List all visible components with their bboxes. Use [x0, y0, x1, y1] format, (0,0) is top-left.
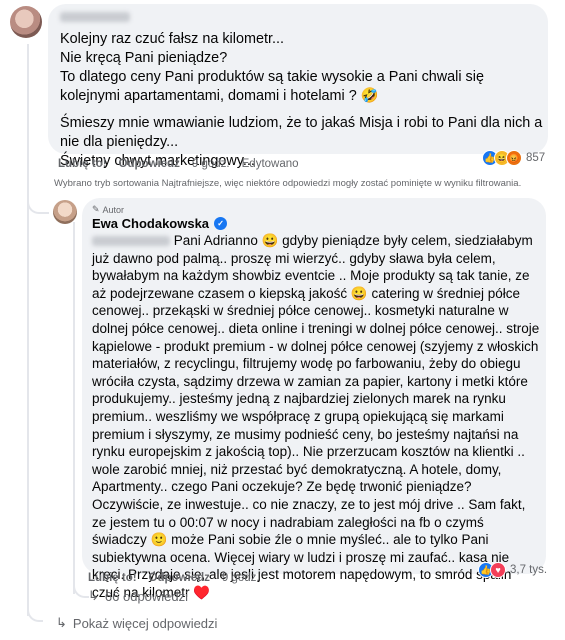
comment-text: Kolejny raz czuć fałsz na kilometr... Ni…	[60, 30, 544, 171]
comment-actions: Lubię to! Odpowiedz 9 godz. Edytowano	[58, 158, 299, 170]
angry-icon: 😡	[506, 150, 522, 166]
thread-line	[27, 44, 29, 616]
reply-link[interactable]: Odpowiedz	[119, 158, 180, 170]
reply-author-name[interactable]: Ewa Chodakowska	[92, 216, 209, 231]
reply-thread-connector	[73, 578, 89, 598]
mention-blurred[interactable]	[92, 236, 170, 247]
reply-body: Pani Adrianno 😀 gdyby pieniądze były cel…	[92, 233, 540, 600]
badge-icon: ✎	[92, 204, 100, 214]
reply-arrow-icon: ↳	[56, 615, 67, 630]
edited-label: Edytowano	[241, 158, 299, 170]
author-avatar[interactable]	[53, 200, 77, 224]
author-badge: ✎ Autor	[92, 204, 125, 215]
reply-author: Ewa Chodakowska ✓	[92, 216, 228, 231]
sorting-notice: Wybrano tryb sortowania Najtrafniejsze, …	[54, 178, 522, 189]
timestamp[interactable]: 9 godz.	[192, 158, 230, 170]
like-link[interactable]: Lubię to!	[58, 158, 107, 170]
verified-icon: ✓	[214, 217, 228, 230]
reply-link[interactable]: Odpowiedz	[149, 572, 210, 584]
reply-actions: Lubię to! Odpowiedz 9 godz.	[88, 572, 260, 584]
reaction-count: 857	[526, 152, 546, 164]
commenter-name-blurred[interactable]	[60, 12, 130, 22]
reply-arrow-icon: ↳	[88, 588, 99, 603]
reply-reaction-count: 3,7 tys.	[510, 564, 548, 576]
love-icon: ♥	[490, 562, 506, 578]
like-link[interactable]: Lubię to!	[88, 572, 137, 584]
thread-connector-bottom	[27, 600, 43, 622]
reaction-summary[interactable]: 👍 😆 😡 857	[482, 150, 545, 166]
reply-bubble: ✎ Autor Ewa Chodakowska ✓ Pani Adrianno …	[82, 198, 546, 600]
show-more-replies-link[interactable]: ↳ Pokaż więcej odpowiedzi	[56, 615, 217, 631]
comment-paragraph: Kolejny raz czuć fałsz na kilometr... Ni…	[60, 31, 484, 104]
reply-text: Pani Adrianno 😀 gdyby pieniądze były cel…	[92, 232, 540, 601]
timestamp[interactable]: 9 godz.	[222, 572, 260, 584]
thread-connector	[27, 190, 49, 214]
more-replies-link[interactable]: ↳ 66 odpowiedzi	[88, 588, 188, 604]
comment-bubble: Kolejny raz czuć fałsz na kilometr... Ni…	[48, 4, 548, 169]
reply-thread-line	[73, 222, 75, 594]
reply-reaction-summary[interactable]: 👍 ♥ 3,7 tys.	[478, 562, 547, 578]
commenter-avatar[interactable]	[10, 6, 42, 38]
